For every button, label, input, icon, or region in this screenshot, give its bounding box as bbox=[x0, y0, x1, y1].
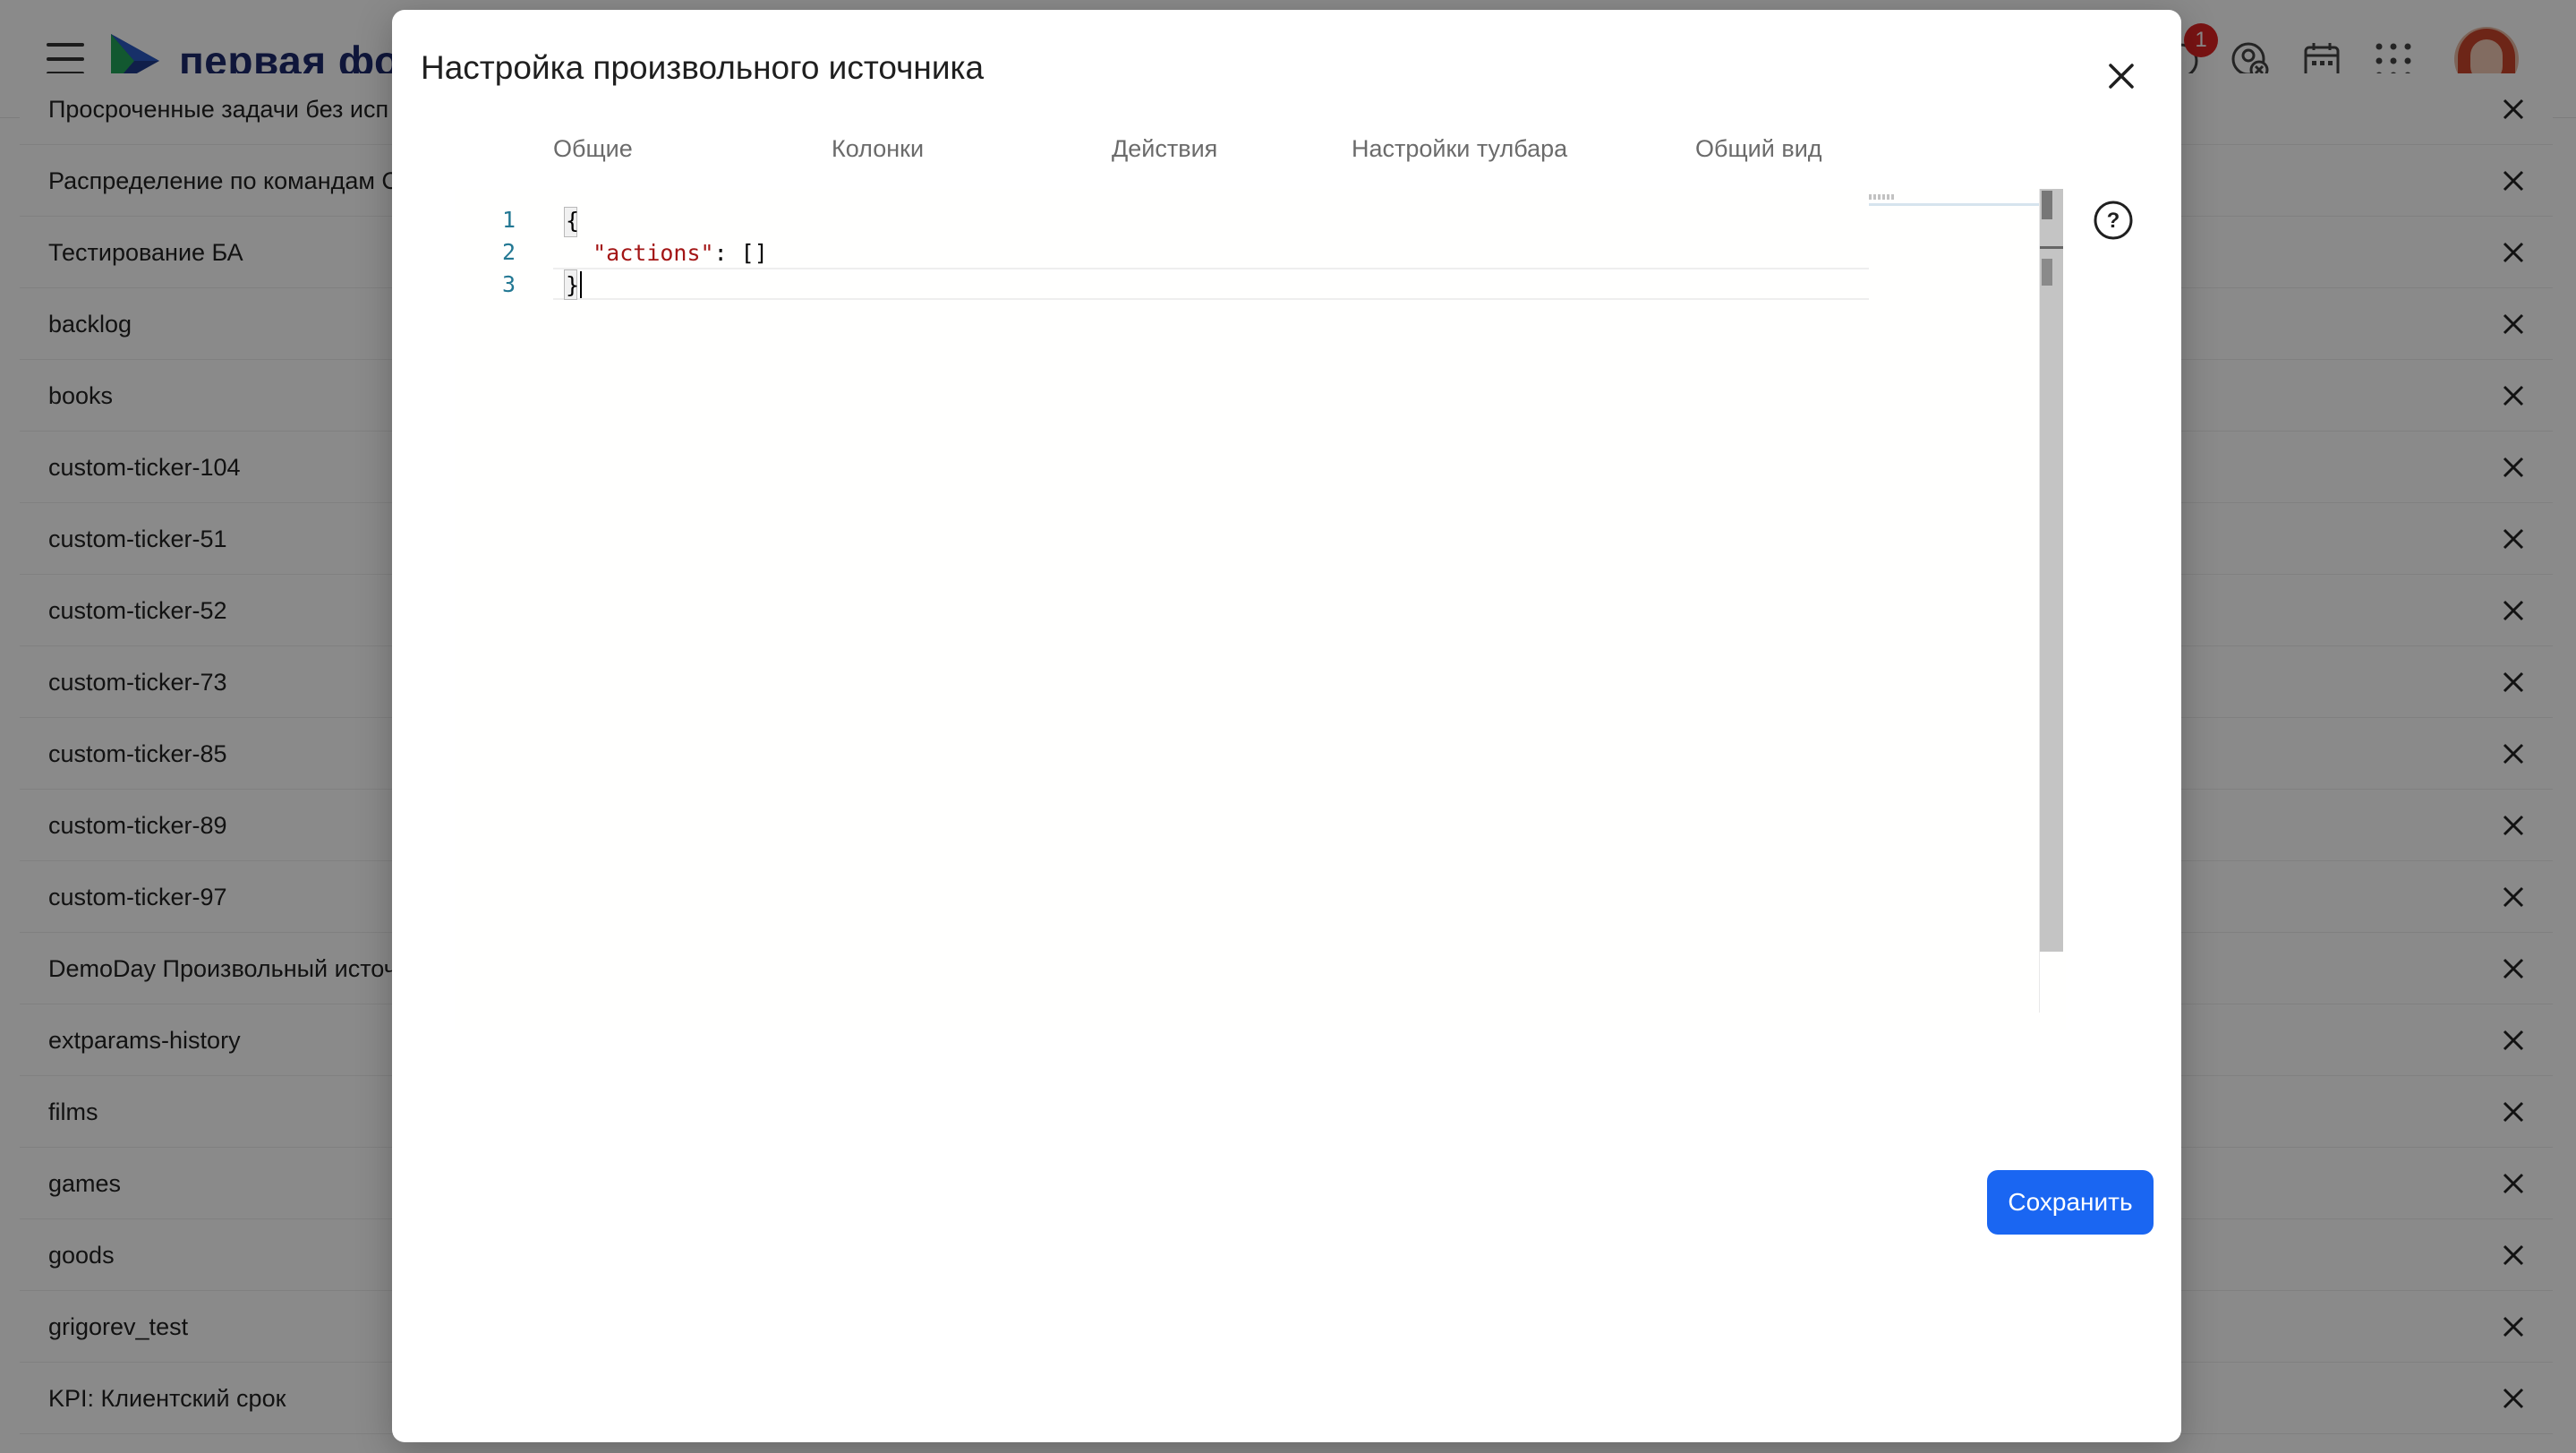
tab-toolbar-settings[interactable]: Настройки тулбара bbox=[1352, 135, 1567, 163]
close-icon[interactable] bbox=[2102, 56, 2141, 96]
tab-actions[interactable]: Действия bbox=[1112, 135, 1217, 163]
tab-bar: Общие Колонки Действия Настройки тулбара… bbox=[392, 135, 2181, 189]
svg-text:?: ? bbox=[2107, 209, 2120, 233]
text-cursor bbox=[580, 271, 582, 298]
help-icon[interactable]: ? bbox=[2093, 200, 2134, 241]
current-line-highlight bbox=[553, 268, 1869, 300]
code-line-2: "actions": [] bbox=[566, 237, 768, 269]
line-number: 3 bbox=[501, 271, 516, 297]
line-number: 1 bbox=[501, 207, 516, 233]
code-area[interactable]: { "actions": [] } bbox=[553, 189, 1869, 1013]
code-token: { bbox=[566, 208, 580, 234]
tab-columns[interactable]: Колонки bbox=[832, 135, 924, 163]
json-editor[interactable]: 1 2 3 { "actions": [] } bbox=[455, 189, 2066, 1030]
line-number: 2 bbox=[501, 239, 516, 265]
tab-overview[interactable]: Общий вид bbox=[1695, 135, 1822, 163]
line-numbers: 1 2 3 bbox=[455, 189, 553, 1013]
custom-source-settings-dialog: Настройка произвольного источника Общие … bbox=[392, 10, 2181, 1442]
dialog-title: Настройка произвольного источника bbox=[421, 49, 985, 86]
vertical-scrollbar[interactable] bbox=[2039, 189, 2064, 1013]
tab-general[interactable]: Общие bbox=[553, 135, 633, 163]
minimap[interactable] bbox=[1869, 189, 2048, 1013]
code-line-3: } bbox=[566, 269, 579, 302]
code-token: : [] bbox=[713, 240, 768, 266]
code-line-1: { bbox=[566, 205, 579, 237]
code-token: } bbox=[566, 272, 580, 298]
json-key: "actions" bbox=[593, 240, 714, 266]
save-button[interactable]: Сохранить bbox=[1987, 1170, 2154, 1235]
